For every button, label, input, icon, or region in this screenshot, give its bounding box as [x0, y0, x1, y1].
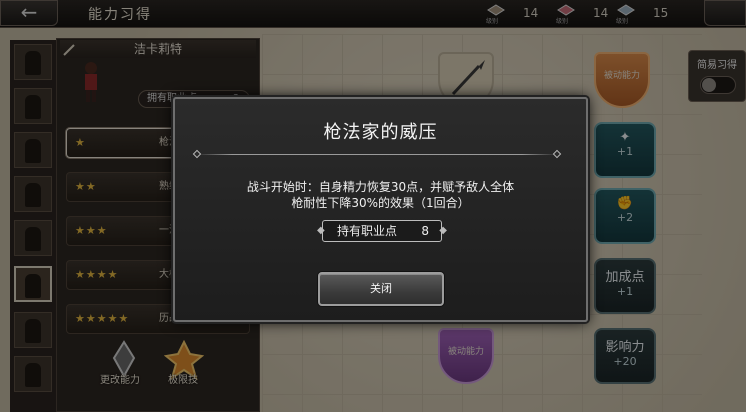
right-chevron-icon: ◆: [439, 225, 447, 236]
skill-description-line1: 战斗开始时：自身精力恢复30点，并赋予敌人全体: [246, 180, 515, 194]
skill-description-line2: 枪耐性下降30%的效果（1回合）: [291, 196, 470, 210]
close-button[interactable]: 关闭: [318, 272, 444, 306]
held-job-points: ◆ 持有职业点 8 ◆: [317, 220, 447, 242]
modal-title: 枪法家的威压: [323, 122, 438, 143]
held-points-value: 8: [421, 224, 429, 238]
left-chevron-icon: ◆: [317, 225, 325, 236]
held-points-label: 持有职业点: [337, 224, 398, 238]
modal-divider: [196, 154, 558, 155]
